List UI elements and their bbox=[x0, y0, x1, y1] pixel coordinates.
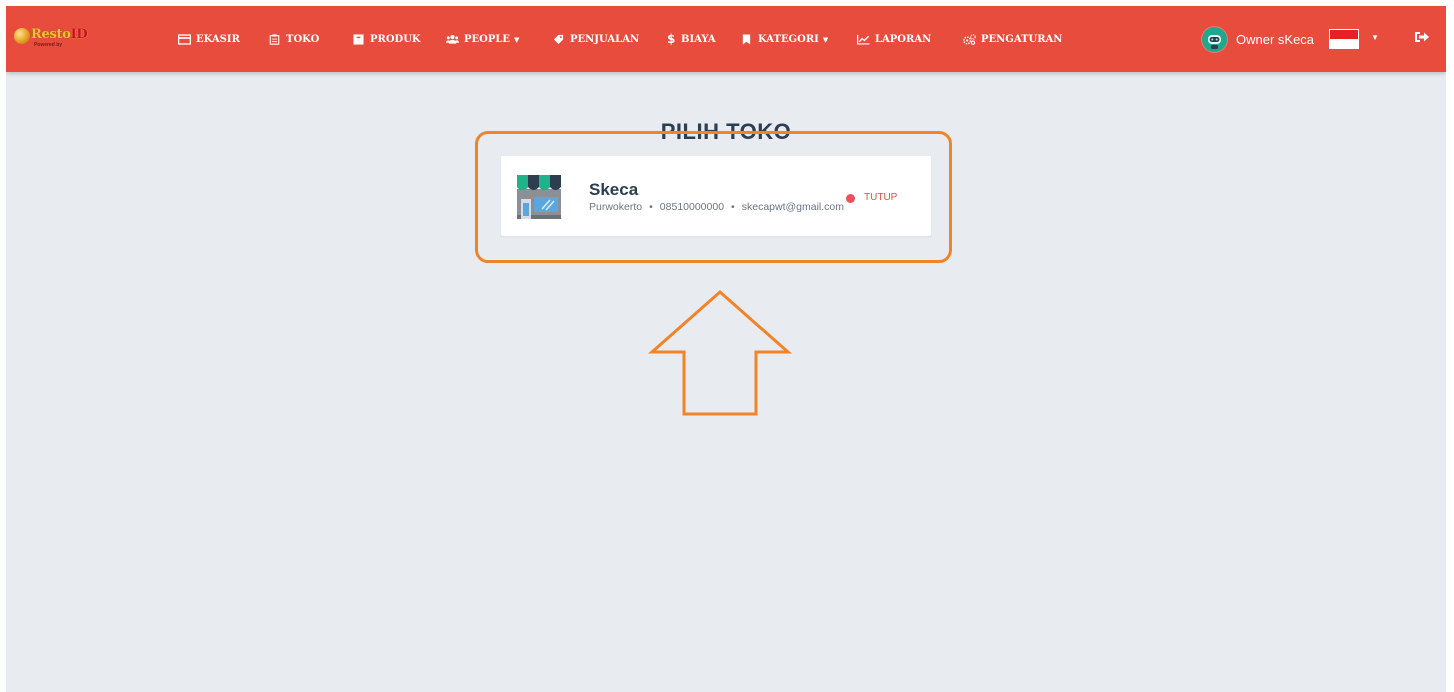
store-city: Purwokerto bbox=[589, 201, 643, 213]
app-frame: RestoID Powered by EKASIR TOKO PRODUK PE… bbox=[6, 6, 1446, 692]
store-name: Skeca bbox=[589, 180, 639, 199]
box-icon bbox=[353, 33, 364, 45]
indonesia-flag-icon[interactable] bbox=[1329, 29, 1359, 49]
line-chart-icon bbox=[857, 34, 870, 45]
logo-gem-icon bbox=[14, 28, 30, 44]
status-dot-icon bbox=[846, 194, 855, 203]
nav-item-kategori[interactable]: KATEGORI ▼ bbox=[740, 31, 828, 47]
nav-item-produk[interactable]: PRODUK bbox=[352, 31, 421, 47]
separator-dot: • bbox=[731, 201, 735, 213]
nav-label: PENJUALAN bbox=[570, 33, 640, 45]
bookmark-icon bbox=[742, 33, 751, 45]
nav-label: PENGATURAN bbox=[981, 33, 1063, 45]
nav-label: KATEGORI bbox=[758, 33, 819, 45]
store-icon bbox=[269, 33, 280, 45]
tag-icon bbox=[553, 34, 564, 44]
nav-label: BIAYA bbox=[681, 33, 716, 45]
logo-tagline: Powered by bbox=[34, 42, 63, 48]
page-title: PILIH TOKO bbox=[660, 119, 792, 144]
nav-item-toko[interactable]: TOKO bbox=[268, 31, 319, 47]
store-status-badge: TUTUP bbox=[864, 192, 898, 203]
nav-label: PRODUK bbox=[370, 33, 421, 45]
nav-label: LAPORAN bbox=[875, 33, 932, 45]
users-icon bbox=[446, 34, 459, 44]
shop-front-icon bbox=[517, 175, 561, 219]
user-name: Owner sKeca bbox=[1236, 31, 1315, 47]
chevron-down-icon: ▼ bbox=[514, 34, 520, 44]
avatar bbox=[1202, 26, 1227, 52]
logout-icon[interactable] bbox=[1413, 28, 1431, 46]
nav-label: EKASIR bbox=[196, 33, 240, 45]
separator-dot: • bbox=[649, 201, 653, 213]
store-phone: 08510000000 bbox=[659, 201, 725, 213]
nav-label: PEOPLE bbox=[464, 33, 511, 45]
nav-item-laporan[interactable]: LAPORAN bbox=[857, 31, 931, 47]
nav-label: TOKO bbox=[286, 33, 320, 45]
logo[interactable]: RestoID Powered by bbox=[14, 26, 110, 48]
user-menu[interactable]: Owner sKeca bbox=[1202, 26, 1314, 52]
nav-item-people[interactable]: PEOPLE ▼ bbox=[446, 31, 519, 47]
dollar-icon: $ bbox=[667, 31, 676, 46]
nav-item-pengaturan[interactable]: PENGATURAN bbox=[963, 31, 1062, 47]
store-email: skecapwt@gmail.com bbox=[741, 201, 845, 213]
logo-wordmark: RestoID bbox=[31, 27, 88, 42]
credit-card-icon bbox=[178, 33, 191, 45]
nav-item-ekasir[interactable]: EKASIR bbox=[178, 31, 240, 47]
annotation-arrow-up-icon bbox=[648, 289, 792, 416]
cogs-icon bbox=[963, 33, 976, 45]
chevron-down-icon: ▼ bbox=[822, 34, 829, 44]
nav-item-biaya[interactable]: $ BIAYA bbox=[667, 31, 716, 47]
chevron-down-icon[interactable]: ▼ bbox=[1371, 33, 1379, 42]
nav-item-penjualan[interactable]: PENJUALAN bbox=[552, 31, 639, 47]
store-meta: Purwokerto • 08510000000 • skecapwt@gmail.co… bbox=[589, 201, 844, 213]
robot-avatar-icon bbox=[1202, 27, 1227, 51]
top-navbar: RestoID Powered by EKASIR TOKO PRODUK PE… bbox=[6, 6, 1446, 72]
